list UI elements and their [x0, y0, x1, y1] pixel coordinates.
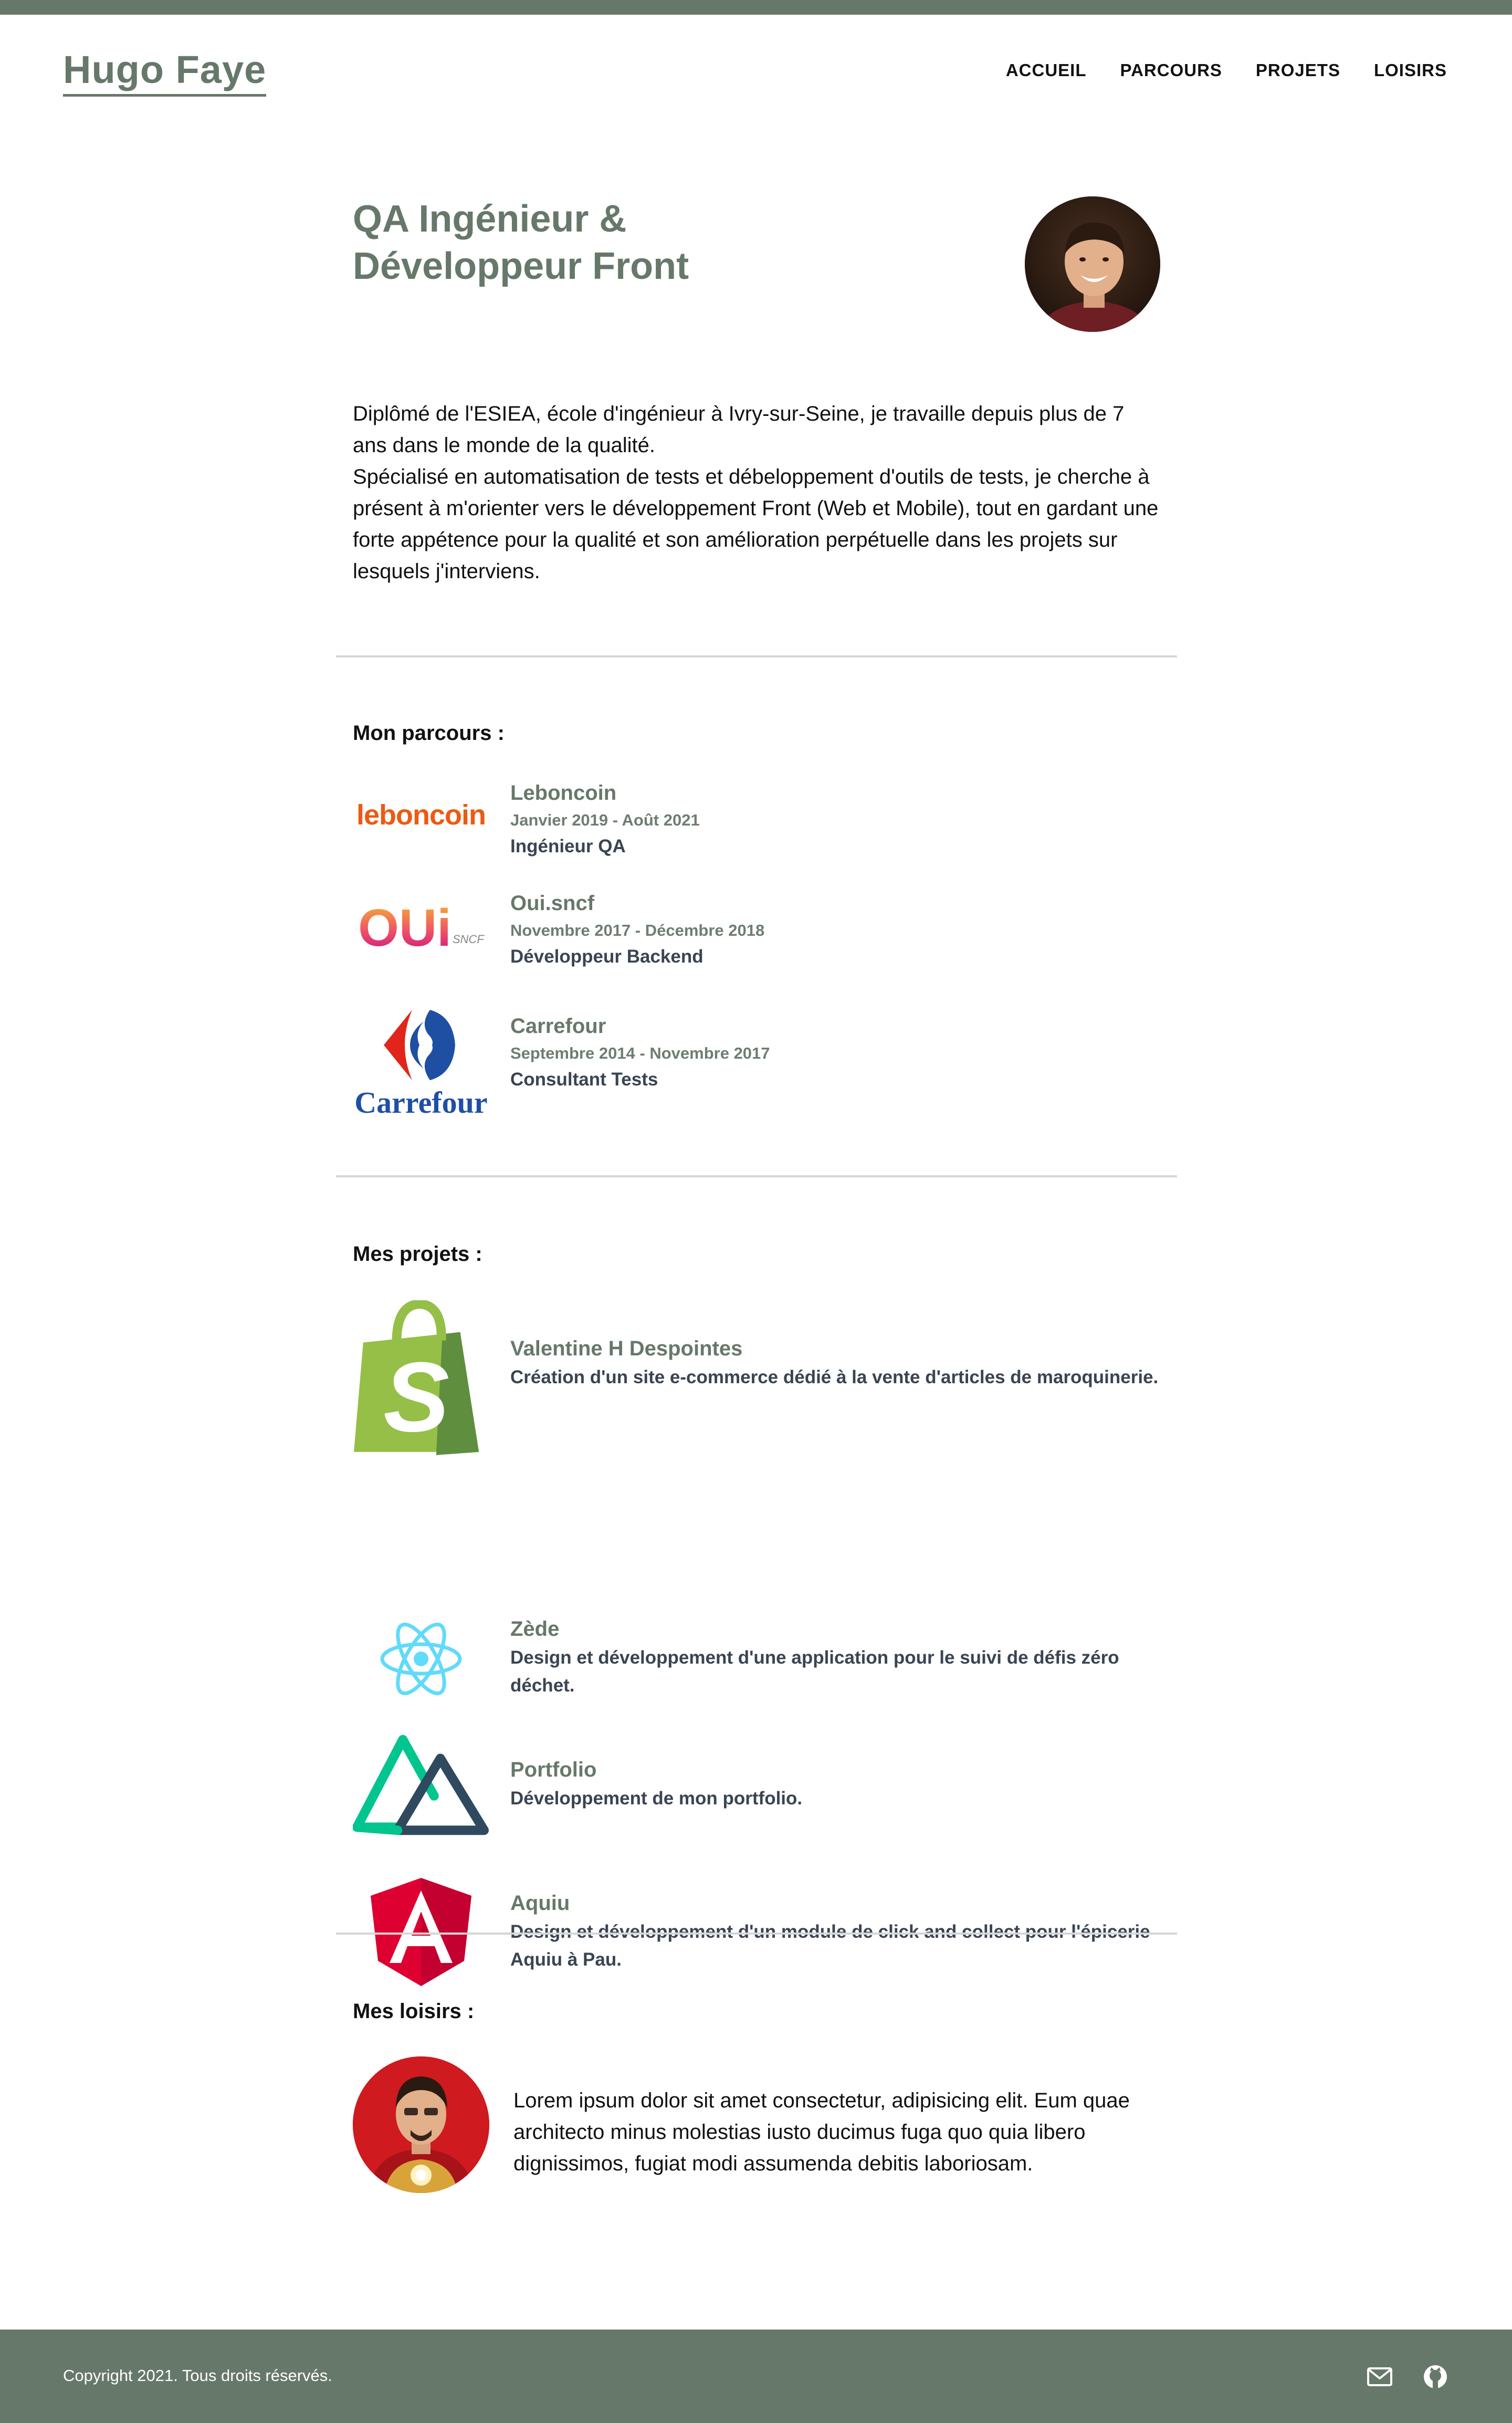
projet-item-zede: Zède Design et développement d'une appli…	[353, 1614, 1172, 1704]
angular-icon	[353, 1877, 489, 1987]
parcours-item-ouisncf: OUi SNCF Oui.sncf Novembre 2017 - Décemb…	[353, 889, 1172, 1015]
main-nav: ACCUEIL PARCOURS PROJETS LOISIRS	[1006, 60, 1447, 80]
leboncoin-logo: leboncoin	[356, 799, 486, 831]
title-line-2: Développeur Front	[353, 245, 689, 287]
company-name: Carrefour	[510, 1015, 606, 1038]
nuxt-icon	[353, 1732, 489, 1837]
copyright-text: Copyright 2021. Tous droits réservés.	[63, 2366, 332, 2385]
react-icon	[353, 1614, 489, 1704]
project-name: Portfolio	[510, 1758, 597, 1781]
company-name: Oui.sncf	[510, 892, 595, 915]
company-name: Leboncoin	[510, 781, 617, 805]
nav-link-parcours[interactable]: PARCOURS	[1120, 60, 1222, 80]
hero-section: QA Ingénieur & Développeur Front	[336, 130, 1177, 372]
projet-item-portfolio: Portfolio Développement de mon portfolio…	[353, 1732, 1172, 1837]
loisirs-heading: Mes loisirs :	[353, 2000, 475, 2023]
intro-paragraph-1: Diplômé de l'ESIEA, école d'ingénieur à …	[353, 402, 1125, 457]
site-footer: Copyright 2021. Tous droits réservés.	[0, 2330, 1512, 2423]
section-divider	[336, 1175, 1177, 1177]
nav-link-loisirs[interactable]: LOISIRS	[1374, 60, 1447, 80]
profile-avatar	[1025, 196, 1160, 332]
parcours-item-carrefour: Carrefour Carrefour Septembre 2014 - Nov…	[353, 999, 1172, 1125]
project-desc: Création d'un site e-commerce dédié à la…	[510, 1367, 1159, 1387]
ironman-avatar	[353, 2056, 489, 2193]
section-divider	[336, 655, 1177, 657]
footer-icons	[1366, 2363, 1449, 2390]
company-dates: Janvier 2019 - Août 2021	[510, 811, 700, 829]
project-name: Aquiu	[510, 1892, 570, 1915]
parcours-item-leboncoin: leboncoin Leboncoin Janvier 2019 - Août …	[353, 778, 1172, 904]
project-desc: Design et développement d'un module de c…	[510, 1921, 1150, 1970]
projets-heading: Mes projets :	[353, 1242, 482, 1266]
project-name: Zède	[510, 1617, 560, 1641]
section-divider	[336, 1933, 1177, 1935]
intro-paragraph-2: Spécialisé en automatisation de tests et…	[353, 465, 1159, 583]
company-role: Développeur Backend	[510, 946, 704, 967]
shopify-icon: S	[353, 1299, 489, 1457]
loisir-text: Lorem ipsum dolor sit amet consectetur, …	[513, 2089, 1130, 2175]
svg-text:S: S	[383, 1341, 449, 1452]
title-line-1: QA Ingénieur &	[353, 198, 627, 240]
brand-logo[interactable]: Hugo Faye	[63, 48, 267, 97]
carrefour-mark-icon	[384, 1010, 455, 1080]
projet-item-aquiu: Aquiu Design et développement d'un modul…	[353, 1877, 1172, 1987]
nav-link-projets[interactable]: PROJETS	[1256, 60, 1340, 80]
project-name: Valentine H Despointes	[510, 1337, 743, 1360]
parcours-heading: Mon parcours :	[353, 722, 505, 745]
company-dates: Septembre 2014 - Novembre 2017	[510, 1044, 770, 1062]
company-dates: Novembre 2017 - Décembre 2018	[510, 921, 765, 939]
main-content: QA Ingénieur & Développeur Front Diplômé…	[336, 130, 1177, 2193]
page-title: QA Ingénieur & Développeur Front	[353, 195, 983, 290]
site-header: Hugo Faye ACCUEIL PARCOURS PROJETS LOISI…	[0, 15, 1512, 130]
intro-text: Diplômé de l'ESIEA, école d'ingénieur à …	[353, 398, 1161, 587]
mail-icon[interactable]	[1366, 2363, 1393, 2390]
company-role: Ingénieur QA	[510, 836, 626, 857]
carrefour-logo: Carrefour	[353, 999, 489, 1125]
github-icon[interactable]	[1422, 2363, 1449, 2390]
top-accent-bar	[0, 0, 1512, 15]
project-desc: Développement de mon portfolio.	[510, 1788, 803, 1809]
project-desc: Design et développement d'une applicatio…	[510, 1647, 1119, 1696]
company-role: Consultant Tests	[510, 1069, 658, 1090]
ouisncf-logo: OUi SNCF	[358, 899, 484, 957]
nav-link-accueil[interactable]: ACCUEIL	[1006, 60, 1087, 80]
projet-item-valentine: S Valentine H Despointes Création d'un s…	[353, 1299, 1172, 1457]
